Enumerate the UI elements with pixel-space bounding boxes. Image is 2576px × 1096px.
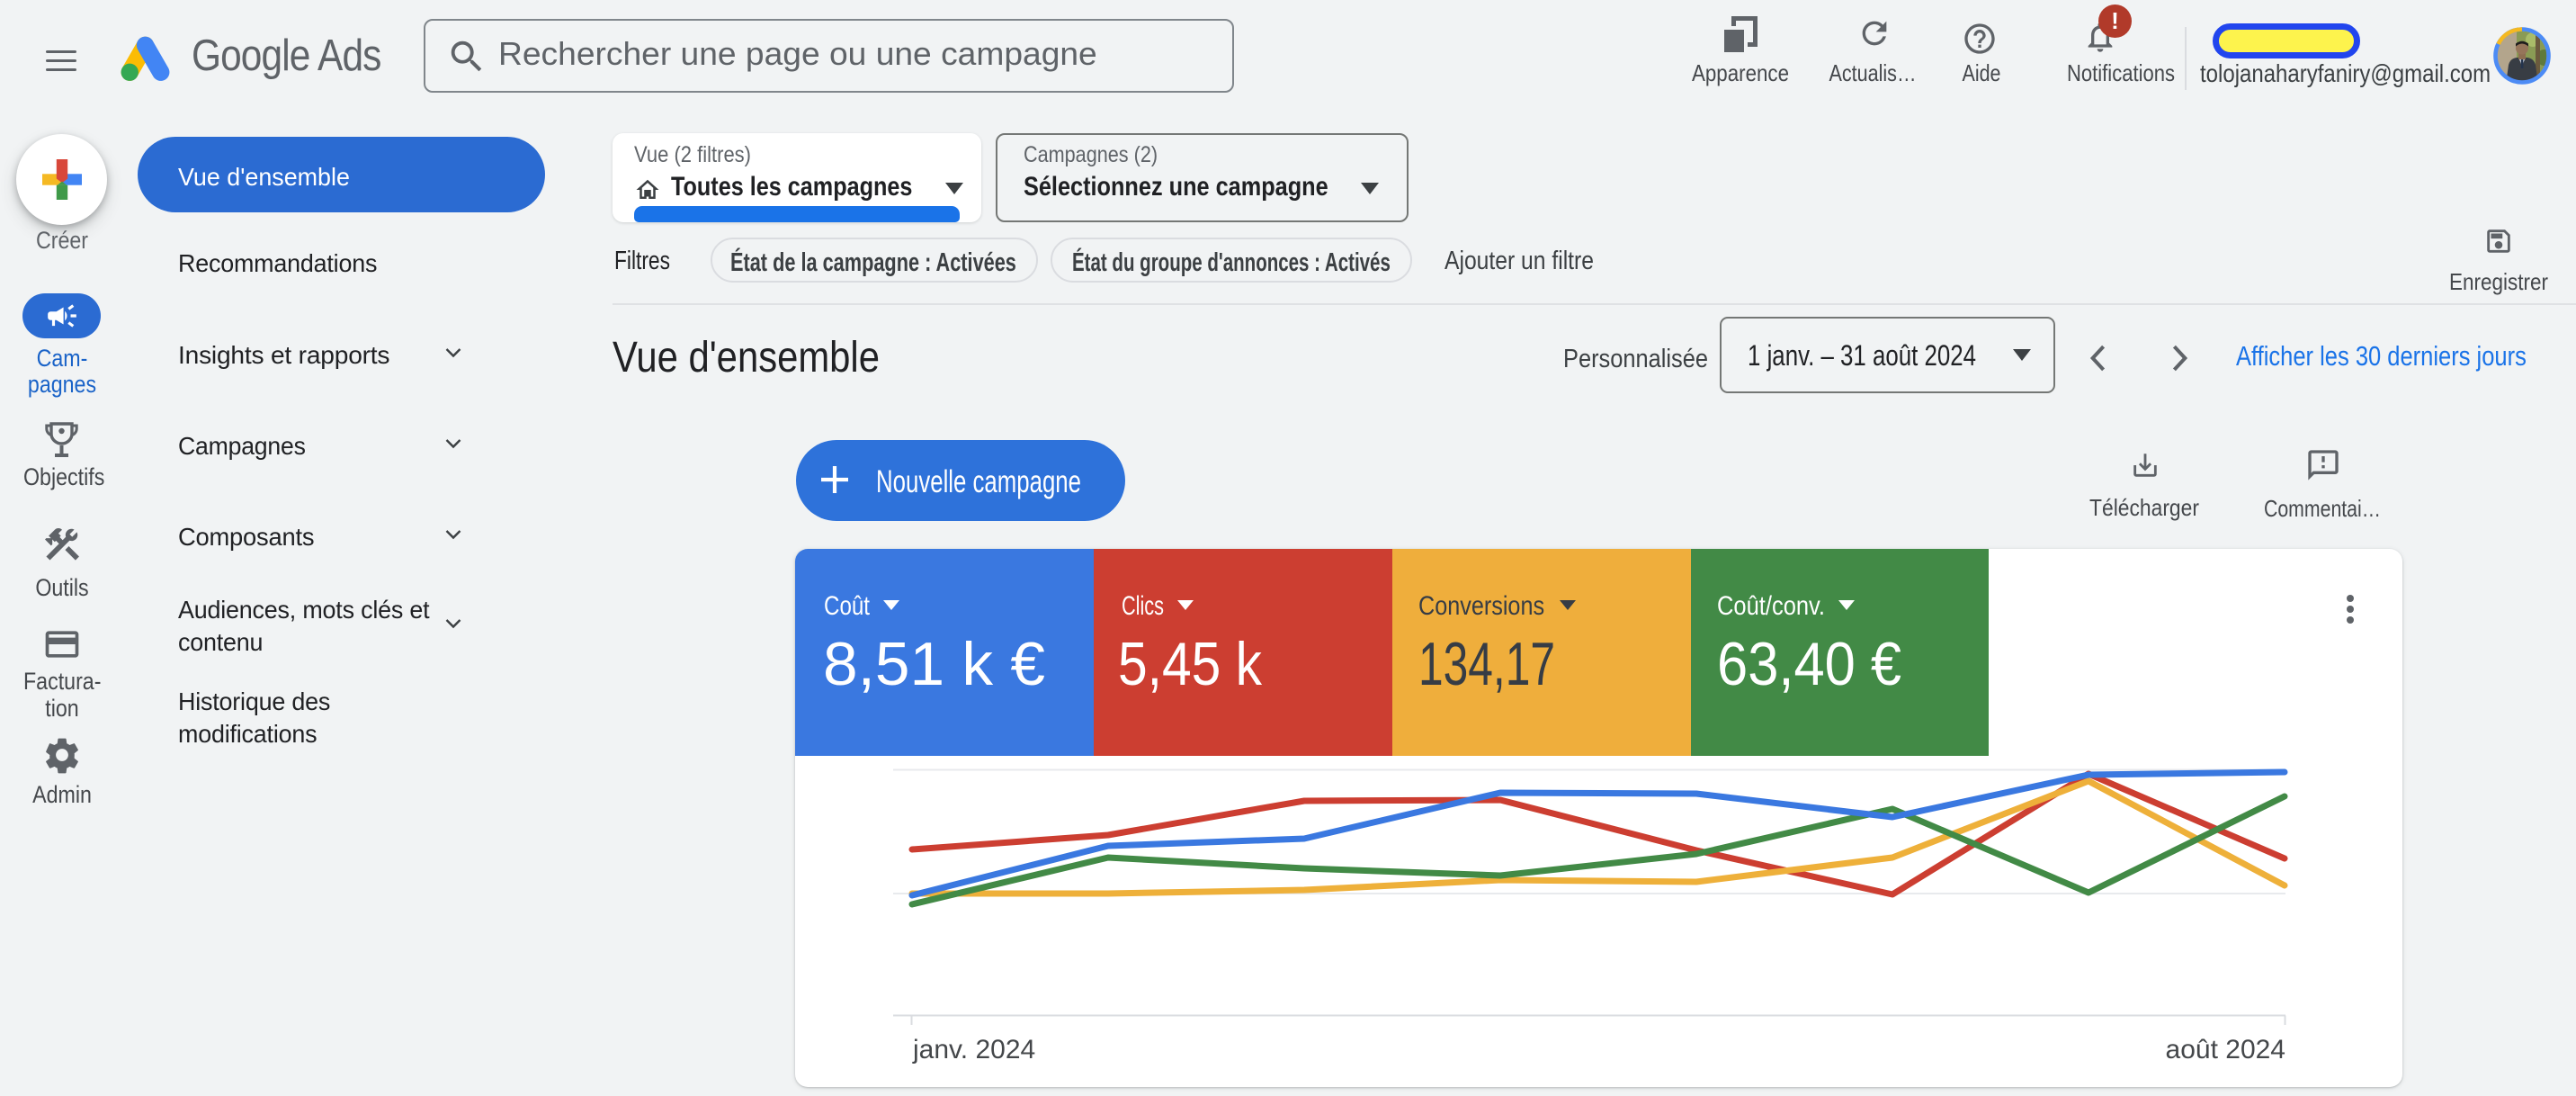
svg-text:janv. 2024: janv. 2024 xyxy=(912,1035,1035,1065)
svg-text:août 2024: août 2024 xyxy=(2166,1035,2285,1065)
